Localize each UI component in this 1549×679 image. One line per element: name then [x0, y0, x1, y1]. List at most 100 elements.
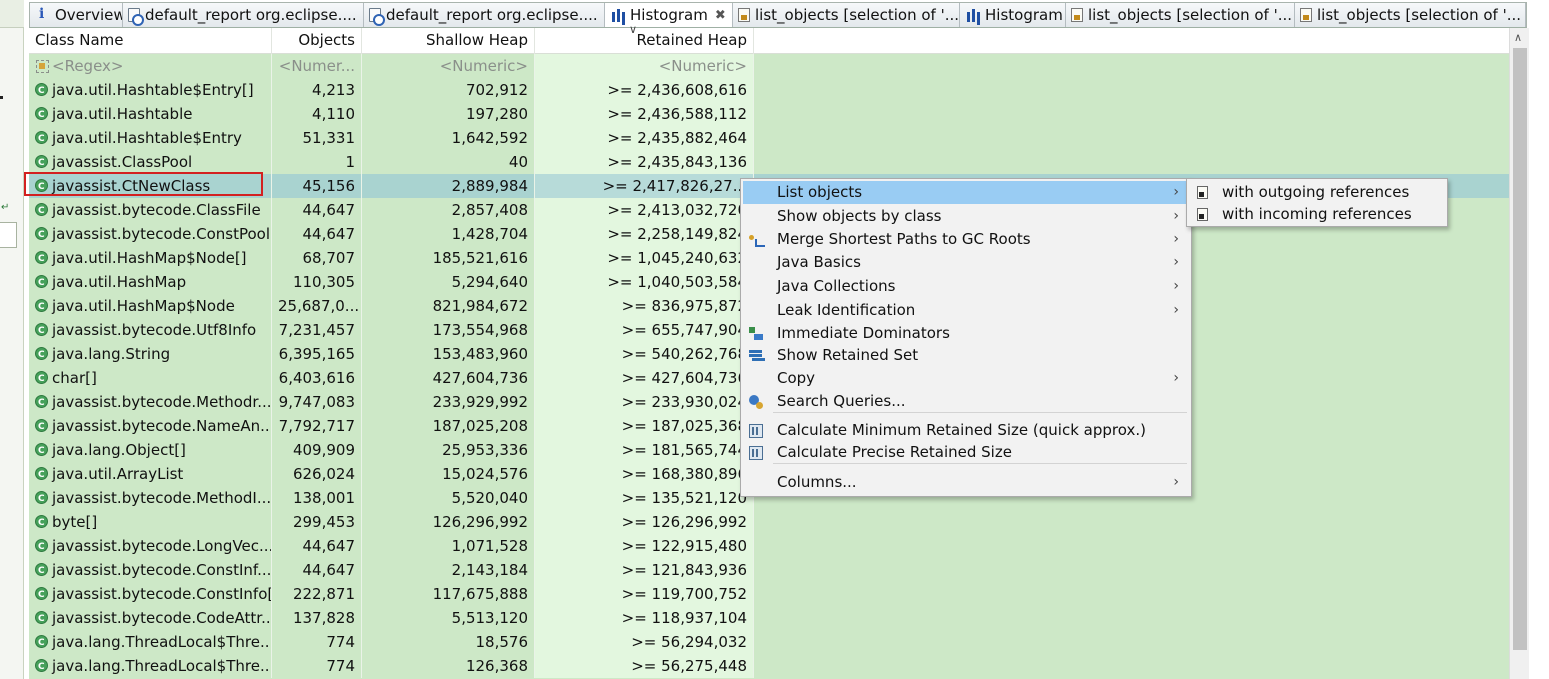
- class-icon: [35, 535, 48, 558]
- table-row[interactable]: java.lang.ThreadLocal$Thre... 774 126,368 >…: [29, 654, 1509, 678]
- cell-text: 774: [326, 657, 355, 675]
- cell-text: 626,024: [292, 465, 355, 483]
- tab-histogram[interactable]: Histogram: [960, 3, 1066, 27]
- cell-text: java.lang.ThreadLocal$Thre...: [52, 633, 272, 651]
- cell-text: javassist.ClassPool: [52, 153, 193, 171]
- class-icon: [35, 511, 48, 534]
- tab-list-objects-3[interactable]: list_objects [selection of '...: [1295, 3, 1526, 27]
- class-icon: [35, 79, 48, 102]
- retained-heap-cell: >= 2,417,826,27...: [535, 174, 754, 198]
- menu-item-show-retained-set[interactable]: Show Retained Set: [743, 344, 1189, 367]
- menu-item-leak-identification[interactable]: Leak Identification ›: [743, 299, 1189, 322]
- menu-item-calculate-minimum-retained-size-quick-approx[interactable]: Calculate Minimum Retained Size (quick a…: [743, 419, 1189, 442]
- vertical-scrollbar[interactable]: ∧: [1509, 28, 1529, 679]
- cell-text: 137,828: [292, 609, 355, 627]
- objects-cell: 68,707: [272, 246, 362, 270]
- menu-item-show-objects-by-class[interactable]: Show objects by class ›: [743, 205, 1189, 228]
- menu-item-merge-shortest-paths-to-gc-roots[interactable]: Merge Shortest Paths to GC Roots ›: [743, 228, 1189, 251]
- cell-text: 7,231,457: [278, 321, 355, 339]
- cell-text: 68,707: [302, 249, 356, 267]
- cell-text: java.lang.ThreadLocal$Thre...: [52, 657, 272, 675]
- retained-heap-cell: >= 540,262,768: [535, 342, 754, 366]
- objects-cell: 1: [272, 150, 362, 174]
- table-row[interactable]: javassist.bytecode.ConstInf... 44,647 2,14…: [29, 558, 1509, 582]
- table-row[interactable]: java.util.Hashtable$Entry 51,331 1,642,592…: [29, 126, 1509, 150]
- cell-text: java.util.HashMap$Node[]: [52, 249, 247, 267]
- submenu-arrow-icon: ›: [1173, 231, 1179, 247]
- retained-heap-cell: >= 1,040,503,584: [535, 270, 754, 294]
- dominators-icon: [749, 327, 763, 341]
- cell-text: javassist.bytecode.NameAn...: [52, 417, 272, 435]
- class-name-cell: javassist.bytecode.Utf8Info: [29, 318, 272, 342]
- class-name-cell: javassist.ClassPool: [29, 150, 272, 174]
- menu-item-immediate-dominators[interactable]: Immediate Dominators: [743, 322, 1189, 345]
- objects-cell: 626,024: [272, 462, 362, 486]
- scrollbar-thumb[interactable]: [1513, 48, 1527, 650]
- table-row[interactable]: javassist.bytecode.LongVec... 44,647 1,071…: [29, 534, 1509, 558]
- cell-text: 233,929,992: [432, 393, 528, 411]
- left-panel-field[interactable]: [0, 222, 17, 248]
- incoming-references-icon: [1197, 208, 1208, 221]
- retained-heap-filter-input[interactable]: <Numeric>: [535, 54, 754, 78]
- cell-text: 44,647: [302, 561, 356, 579]
- column-header-objects[interactable]: Objects: [272, 28, 362, 54]
- scroll-up-icon[interactable]: ∧: [1514, 31, 1522, 44]
- menu-item-columns[interactable]: Columns... ›: [743, 471, 1189, 494]
- objects-cell: 45,156: [272, 174, 362, 198]
- objects-cell: 51,331: [272, 126, 362, 150]
- column-header-shallow-heap[interactable]: Shallow Heap: [362, 28, 535, 54]
- menu-item-java-basics[interactable]: Java Basics ›: [743, 251, 1189, 274]
- tab-default-report-1[interactable]: default_report org.eclipse....: [123, 3, 364, 27]
- cell-text: 18,576: [475, 633, 529, 651]
- close-icon[interactable]: ✖: [715, 8, 726, 23]
- filter-row: <Regex> <Numer... <Numeric> <Numeric>: [29, 54, 1509, 78]
- menu-item-copy[interactable]: Copy ›: [743, 367, 1189, 390]
- cell-text: 44,647: [302, 537, 356, 555]
- objects-filter-input[interactable]: <Numer...: [272, 54, 362, 78]
- menu-item-calculate-precise-retained-size[interactable]: Calculate Precise Retained Size: [743, 441, 1189, 464]
- objects-cell: 774: [272, 654, 362, 678]
- cell-text: >= 126,296,992: [621, 513, 747, 531]
- tab-list-objects-1[interactable]: list_objects [selection of '...: [733, 3, 960, 27]
- shallow-heap-filter-input[interactable]: <Numeric>: [362, 54, 535, 78]
- cell-text: >= 2,258,149,824: [607, 225, 747, 243]
- regex-filter-input[interactable]: <Regex>: [29, 54, 272, 78]
- retained-heap-cell: >= 181,565,744: [535, 438, 754, 462]
- cell-text: >= 2,436,588,112: [607, 105, 747, 123]
- table-row[interactable]: java.lang.ThreadLocal$Thre... 774 18,576 >=…: [29, 630, 1509, 654]
- menu-item-list-objects[interactable]: List objects ›: [743, 181, 1189, 204]
- table-row[interactable]: java.util.Hashtable$Entry[] 4,213 702,912 >…: [29, 78, 1509, 102]
- tab-list-objects-2[interactable]: list_objects [selection of '...: [1066, 3, 1295, 27]
- cell-text: 1,071,528: [451, 537, 528, 555]
- class-name-cell: java.util.ArrayList: [29, 462, 272, 486]
- cell-text: 4,110: [312, 105, 355, 123]
- table-row[interactable]: javassist.bytecode.CodeAttr... 137,828 5,5…: [29, 606, 1509, 630]
- column-header-class-name[interactable]: Class Name: [29, 28, 272, 54]
- table-row[interactable]: java.util.Hashtable 4,110 197,280 >= 2,436,…: [29, 102, 1509, 126]
- tab-label: Histogram: [985, 6, 1063, 24]
- submenu-arrow-icon: ›: [1173, 370, 1179, 386]
- tab-histogram-active[interactable]: Histogram ✖: [605, 3, 733, 27]
- cell-text: >= 168,380,896: [621, 465, 747, 483]
- retained-heap-cell: >= 121,843,936: [535, 558, 754, 582]
- class-icon: [35, 439, 48, 462]
- cell-text: javassist.bytecode.ConstInf...: [52, 561, 272, 579]
- tab-overview[interactable]: Overview: [30, 3, 123, 27]
- menu-item-label: Java Basics: [777, 253, 861, 271]
- menu-item-search-queries[interactable]: Search Queries...: [743, 390, 1189, 413]
- objects-cell: 138,001: [272, 486, 362, 510]
- submenu-item-with-incoming-references[interactable]: with incoming references: [1189, 203, 1447, 226]
- table-row[interactable]: javassist.ClassPool 1 40 >= 2,435,843,136: [29, 150, 1509, 174]
- submenu-item-with-outgoing-references[interactable]: with outgoing references: [1189, 181, 1447, 204]
- class-icon: [35, 463, 48, 486]
- menu-item-java-collections[interactable]: Java Collections ›: [743, 275, 1189, 298]
- table-row[interactable]: javassist.bytecode.ConstInfo[] 222,871 117…: [29, 582, 1509, 606]
- column-header-retained-heap[interactable]: Retained Heap: [535, 28, 754, 54]
- shallow-heap-cell: 126,296,992: [362, 510, 535, 534]
- class-name-cell: java.lang.Object[]: [29, 438, 272, 462]
- retained-heap-cell: >= 56,294,032: [535, 630, 754, 654]
- cell-text: 197,280: [465, 105, 528, 123]
- table-row[interactable]: byte[] 299,453 126,296,992 >= 126,296,992: [29, 510, 1509, 534]
- retained-heap-cell: >= 122,915,480: [535, 534, 754, 558]
- tab-default-report-2[interactable]: default_report org.eclipse....: [364, 3, 605, 27]
